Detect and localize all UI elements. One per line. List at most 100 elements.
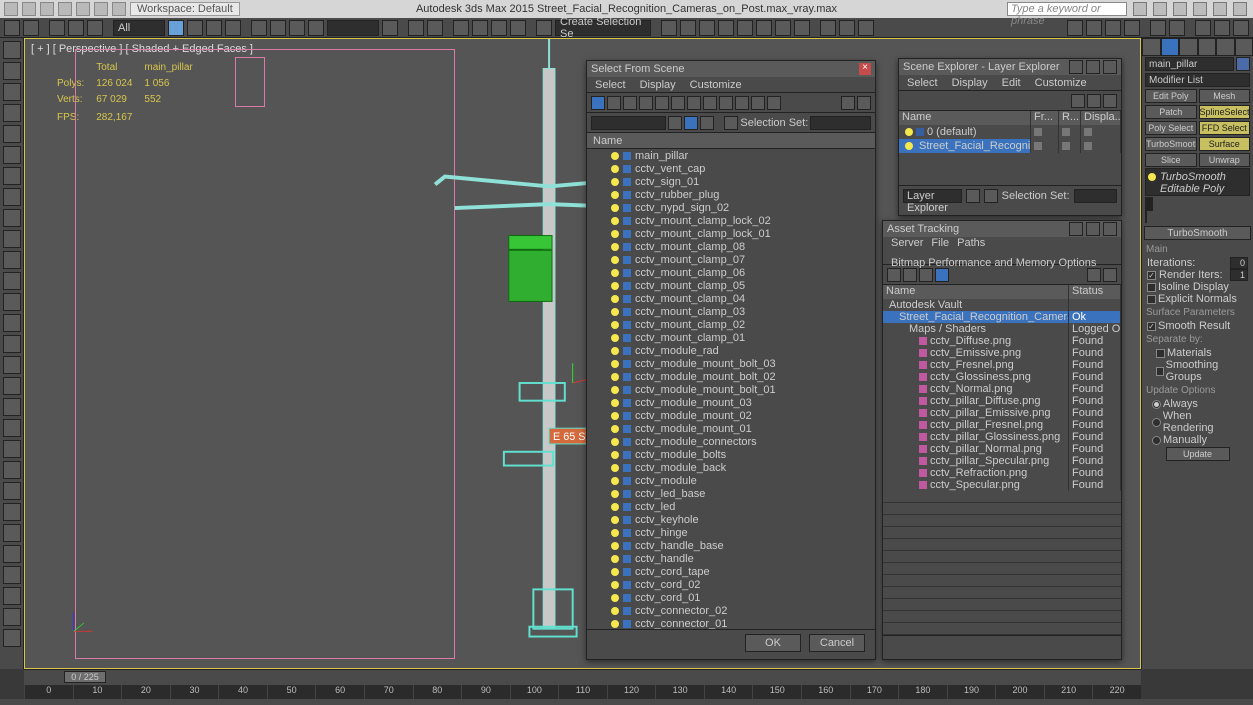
iterations-spinner[interactable]: 0 bbox=[1230, 257, 1248, 269]
selection-lock-icon[interactable] bbox=[536, 20, 552, 36]
sfs-item[interactable]: cctv_module_back bbox=[587, 461, 875, 474]
y-constraint-icon[interactable] bbox=[1086, 20, 1102, 36]
spacewarps-icon[interactable] bbox=[3, 461, 21, 479]
sfs-geometry-icon[interactable] bbox=[607, 96, 621, 110]
sfs-item[interactable]: cctv_mount_clamp_lock_02 bbox=[587, 214, 875, 227]
sfs-item[interactable]: cctv_module_rad bbox=[587, 344, 875, 357]
sfs-item[interactable]: cctv_mount_clamp_06 bbox=[587, 266, 875, 279]
sfs-item[interactable]: cctv_module_mount_02 bbox=[587, 409, 875, 422]
sfs-ok-button[interactable]: OK bbox=[745, 634, 801, 652]
at-max-icon[interactable] bbox=[1086, 222, 1100, 236]
sfs-item[interactable]: cctv_module bbox=[587, 474, 875, 487]
sfs-item[interactable]: cctv_handle bbox=[587, 552, 875, 565]
sfs-cancel-button[interactable]: Cancel bbox=[809, 634, 865, 652]
at-asset-row[interactable]: Autodesk Vault bbox=[883, 299, 1121, 311]
sfs-item[interactable]: cctv_module_mount_01 bbox=[587, 422, 875, 435]
update-button[interactable]: Update bbox=[1166, 447, 1230, 461]
sfs-helpers-icon[interactable] bbox=[671, 96, 685, 110]
at-asset-row[interactable]: cctv_Diffuse.pngFound bbox=[883, 335, 1121, 347]
align-icon[interactable] bbox=[680, 20, 696, 36]
sfs-item[interactable]: cctv_module_mount_bolt_02 bbox=[587, 370, 875, 383]
se-col-frozen[interactable]: Fr... bbox=[1031, 111, 1059, 125]
at-asset-row[interactable]: cctv_Glossiness.pngFound bbox=[883, 371, 1121, 383]
compound-icon[interactable] bbox=[3, 272, 21, 290]
exchange-icon[interactable] bbox=[1153, 2, 1167, 16]
sfs-xrefs-icon[interactable] bbox=[719, 96, 733, 110]
close-button[interactable] bbox=[1233, 2, 1247, 16]
sfs-menu-select[interactable]: Select bbox=[595, 79, 626, 91]
sfs-item[interactable]: cctv_led_base bbox=[587, 487, 875, 500]
attach-icon[interactable] bbox=[3, 146, 21, 164]
maxscript-icon[interactable] bbox=[3, 41, 21, 59]
sfs-lights-icon[interactable] bbox=[639, 96, 653, 110]
sfs-item[interactable]: cctv_cord_02 bbox=[587, 578, 875, 591]
helper-icon[interactable] bbox=[3, 104, 21, 122]
ik-icon[interactable] bbox=[3, 524, 21, 542]
sfs-frozen-icon[interactable] bbox=[767, 96, 781, 110]
btn-spline-select[interactable]: SplineSelect bbox=[1199, 105, 1251, 119]
se-menu-select[interactable]: Select bbox=[907, 77, 938, 89]
time-slider[interactable]: 0 / 225 bbox=[24, 669, 1141, 685]
sfs-item[interactable]: cctv_cord_tape bbox=[587, 565, 875, 578]
deflectors-icon[interactable] bbox=[3, 482, 21, 500]
link-icon[interactable] bbox=[49, 20, 65, 36]
z-constraint-icon[interactable] bbox=[1105, 20, 1121, 36]
at-asset-table[interactable]: Autodesk VaultStreet_Facial_Recognition_… bbox=[883, 299, 1121, 491]
sfs-item[interactable]: cctv_nypd_sign_02 bbox=[587, 201, 875, 214]
sfs-item[interactable]: cctv_module_mount_bolt_01 bbox=[587, 383, 875, 396]
collapse-icon[interactable] bbox=[3, 188, 21, 206]
systems-icon[interactable] bbox=[3, 440, 21, 458]
btn-turbosmooth[interactable]: TurboSmooth bbox=[1145, 137, 1197, 151]
at-asset-row[interactable]: cctv_pillar_Diffuse.pngFound bbox=[883, 395, 1121, 407]
sfs-item[interactable]: cctv_cord_01 bbox=[587, 591, 875, 604]
render-iters-spinner[interactable]: 1 bbox=[1230, 269, 1248, 281]
at-asset-row[interactable]: cctv_Specular.pngFound bbox=[883, 479, 1121, 491]
se-menu-display[interactable]: Display bbox=[952, 77, 988, 89]
curve-editor-icon[interactable] bbox=[756, 20, 772, 36]
at-asset-row[interactable]: cctv_pillar_Normal.pngFound bbox=[883, 443, 1121, 455]
object-color-swatch[interactable] bbox=[1236, 57, 1250, 71]
mirror-icon[interactable] bbox=[661, 20, 677, 36]
sfs-item[interactable]: cctv_module_mount_03 bbox=[587, 396, 875, 409]
qat-save-icon[interactable] bbox=[58, 2, 72, 16]
sfs-item[interactable]: cctv_hinge bbox=[587, 526, 875, 539]
named-selection-dropdown[interactable]: Create Selection Se bbox=[555, 20, 651, 36]
x-constraint-icon[interactable] bbox=[1067, 20, 1083, 36]
modifier-list-dropdown[interactable]: Modifier List bbox=[1145, 73, 1250, 87]
at-asset-row[interactable]: cctv_pillar_Specular.pngFound bbox=[883, 455, 1121, 467]
at-asset-row[interactable]: cctv_pillar_Emissive.pngFound bbox=[883, 407, 1121, 419]
app-menu-icon[interactable] bbox=[4, 2, 18, 16]
modifier-stack[interactable]: TurboSmooth Editable Poly bbox=[1145, 168, 1250, 196]
help-icon[interactable] bbox=[1173, 2, 1187, 16]
redo-icon[interactable] bbox=[23, 20, 39, 36]
render-frame-icon[interactable] bbox=[839, 20, 855, 36]
sfs-close-icon[interactable]: × bbox=[859, 63, 871, 75]
patch-grid-icon[interactable] bbox=[3, 314, 21, 332]
sfs-case-icon[interactable] bbox=[700, 116, 714, 130]
se-addto-icon[interactable] bbox=[1103, 94, 1117, 108]
percent-snap-icon[interactable] bbox=[491, 20, 507, 36]
se-pin-icon[interactable] bbox=[966, 189, 980, 203]
sfs-cameras-icon[interactable] bbox=[655, 96, 669, 110]
snap-toggle-icon[interactable] bbox=[453, 20, 469, 36]
sfs-container-icon[interactable] bbox=[751, 96, 765, 110]
select-from-scene-dialog[interactable]: Select From Scene × SelectDisplayCustomi… bbox=[586, 60, 876, 660]
selection-filter-dropdown[interactable]: All bbox=[113, 20, 165, 36]
sfs-lock-icon[interactable] bbox=[684, 116, 698, 130]
chk-smoothing-groups[interactable] bbox=[1156, 367, 1164, 376]
at-menu-item[interactable]: File bbox=[931, 237, 949, 249]
shape-icon[interactable] bbox=[3, 251, 21, 269]
sfs-filter-icon[interactable] bbox=[841, 96, 855, 110]
bone-icon[interactable] bbox=[3, 419, 21, 437]
autogrid-icon[interactable] bbox=[1150, 20, 1166, 36]
at-asset-row[interactable]: cctv_Refraction.pngFound bbox=[883, 467, 1121, 479]
placement-icon[interactable] bbox=[308, 20, 324, 36]
manipulate-icon[interactable] bbox=[408, 20, 424, 36]
layers-icon[interactable] bbox=[699, 20, 715, 36]
open-container-icon[interactable] bbox=[3, 62, 21, 80]
ribbon-toggle-icon[interactable] bbox=[737, 20, 753, 36]
at-asset-row[interactable]: Maps / ShadersLogged O bbox=[883, 323, 1121, 335]
at-status-legend-icon[interactable] bbox=[1087, 268, 1101, 282]
material-editor-icon[interactable] bbox=[794, 20, 810, 36]
sfs-col-name[interactable]: Name bbox=[593, 135, 622, 147]
